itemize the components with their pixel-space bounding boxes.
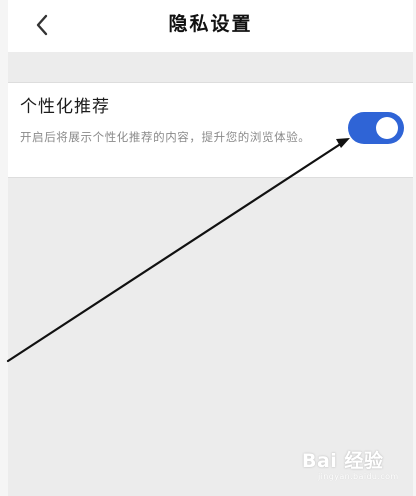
recommendation-toggle[interactable] (348, 112, 404, 144)
watermark-brand: Bai 经验 (302, 450, 384, 472)
top-header: 隐私设置 (8, 0, 413, 52)
left-edge (0, 0, 8, 496)
toggle-knob (376, 117, 398, 139)
privacy-settings-screen: 隐私设置 个性化推荐 开启后将展示个性化推荐的内容，提升您的浏览体验。 Bai … (0, 0, 416, 496)
watermark-url: jingyan.baidu.com (318, 472, 399, 481)
annotation-arrow-icon (6, 138, 350, 363)
page-title: 隐私设置 (168, 13, 253, 35)
setting-title: 个性化推荐 (20, 97, 110, 117)
recommendation-setting-card: 个性化推荐 开启后将展示个性化推荐的内容，提升您的浏览体验。 (8, 82, 413, 178)
setting-description: 开启后将展示个性化推荐的内容，提升您的浏览体验。 (20, 130, 311, 144)
